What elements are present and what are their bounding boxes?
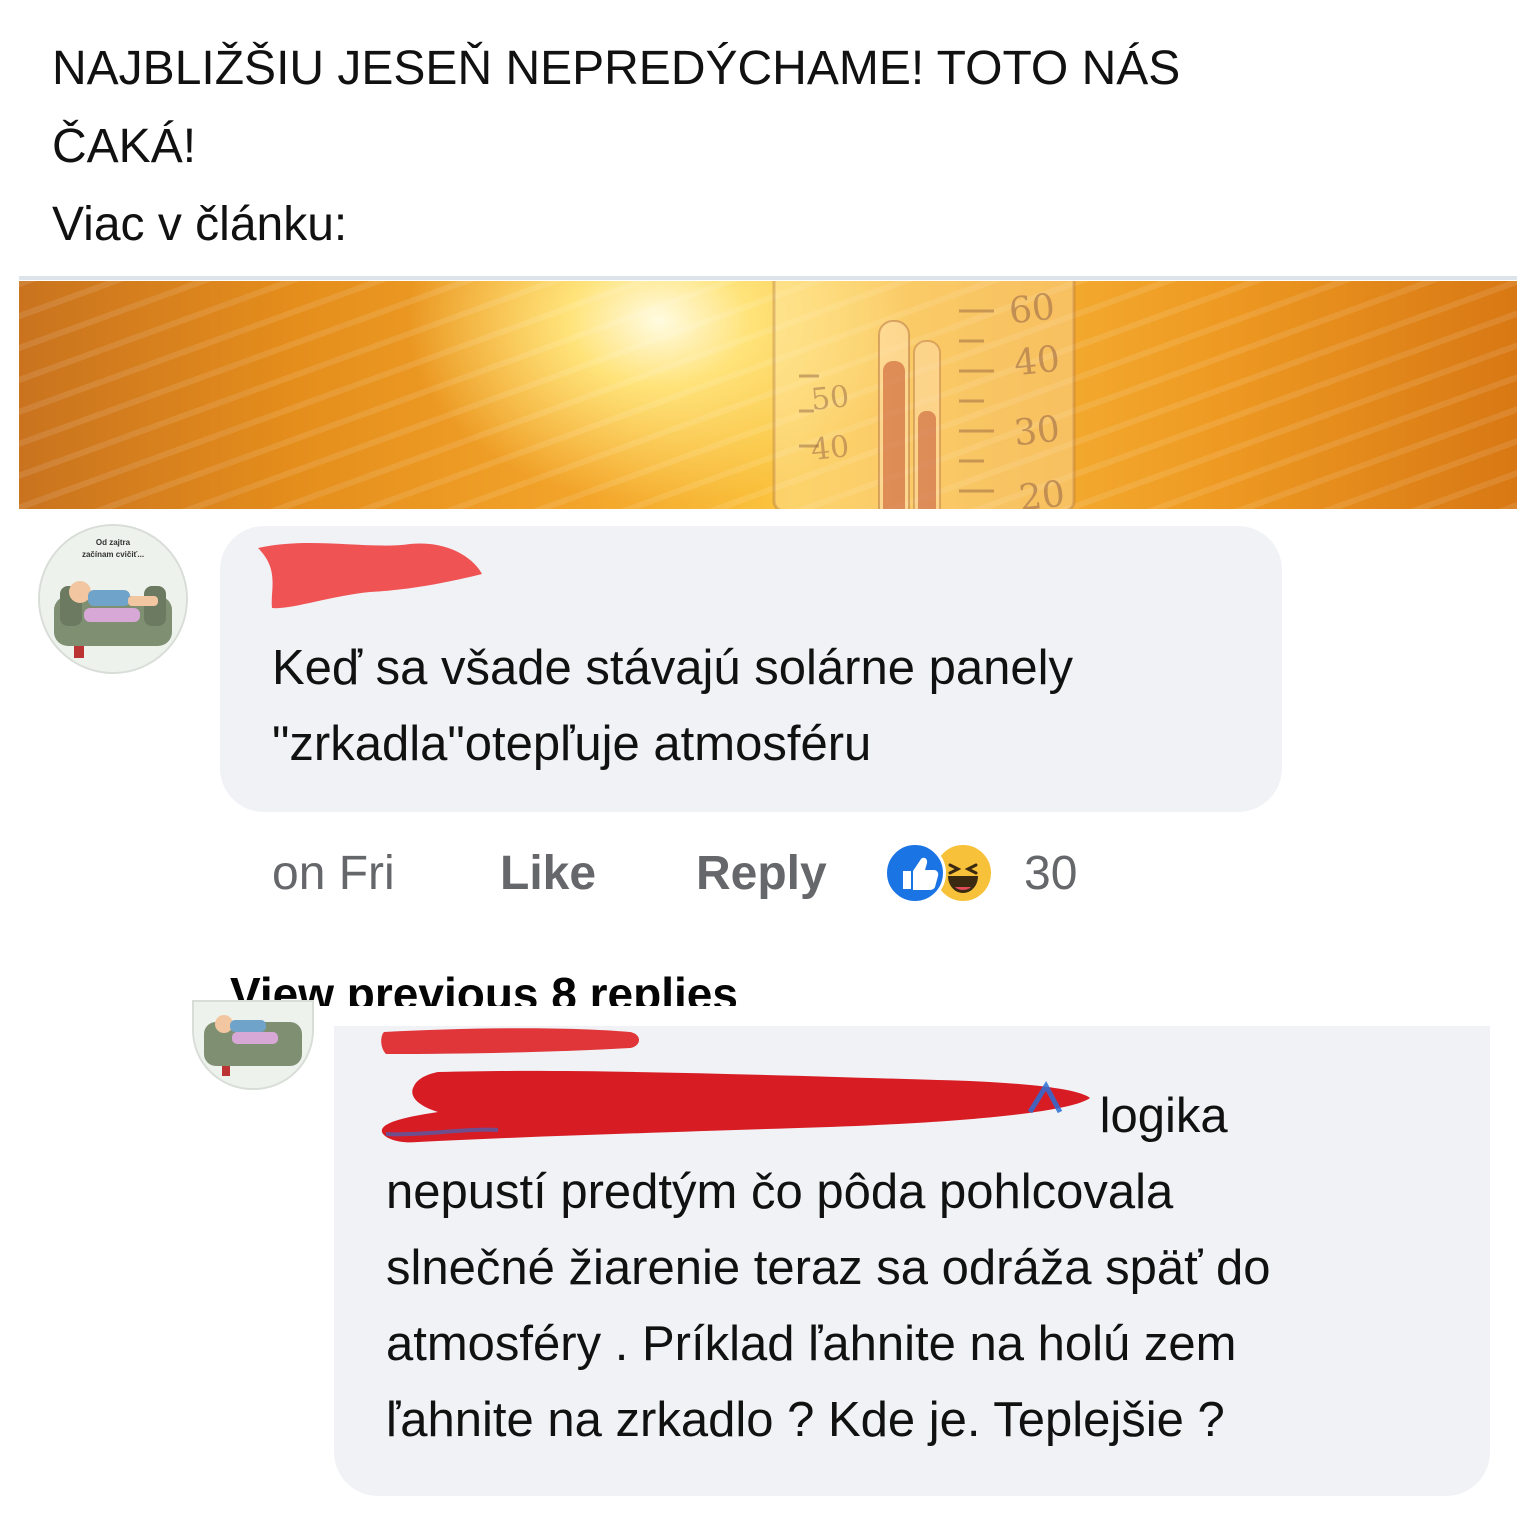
thermometer-label: 50 bbox=[809, 379, 851, 418]
thermometer-label: 40 bbox=[1011, 338, 1062, 385]
reaction-count: 30 bbox=[1024, 846, 1078, 900]
thermometer-image bbox=[772, 281, 1076, 509]
comment-timestamp[interactable]: on Fri bbox=[272, 846, 500, 901]
thermometer-label: 30 bbox=[1011, 408, 1062, 455]
post-headline-line2: ČAKÁ! bbox=[52, 120, 197, 173]
thermometer-label: 60 bbox=[1006, 286, 1057, 333]
article-preview-image[interactable]: 60 40 30 20 50 40 bbox=[19, 281, 1517, 509]
like-icon bbox=[884, 842, 946, 904]
commenter-avatar[interactable]: Od zajtra začínam cvičiť... bbox=[38, 524, 188, 674]
reply-line: nepustí predtým čo pôda pohlcovala bbox=[386, 1165, 1174, 1219]
post-divider bbox=[19, 276, 1517, 280]
reply-text: logika nepustí predtým čo pôda pohlcoval… bbox=[386, 1078, 1271, 1458]
reply-line: ľahnite na zrkadlo ? Kde je. Teplejšie ? bbox=[386, 1393, 1225, 1447]
reactions-summary[interactable]: 30 bbox=[884, 842, 1077, 904]
reply-line: atmosféry . Príklad ľahnite na holú zem bbox=[386, 1317, 1237, 1371]
comment-text: Keď sa všade stávajú solárne panely "zrk… bbox=[272, 630, 1073, 782]
thermometer-label: 40 bbox=[809, 429, 851, 468]
post-headline-line1: NAJBLIŽŠIU JESEŇ NEPREDÝCHAME! TOTO NÁS bbox=[52, 42, 1181, 95]
comment-line: Keď sa všade stávajú solárne panely bbox=[272, 641, 1073, 695]
post-text: NAJBLIŽŠIU JESEŇ NEPREDÝCHAME! TOTO NÁS … bbox=[52, 30, 1472, 264]
post-subline: Viac v článku: bbox=[52, 198, 348, 251]
comment-actions: on Fri Like Reply 30 bbox=[272, 838, 1077, 908]
reply-line: slnečné žiarenie teraz sa odráža späť do bbox=[386, 1241, 1271, 1295]
comment-line: "zrkadla"otepľuje atmosféru bbox=[272, 717, 872, 771]
cartoon-couch-icon bbox=[40, 526, 186, 672]
like-button[interactable]: Like bbox=[500, 846, 696, 901]
avatar-caption: Od zajtra bbox=[95, 538, 131, 547]
reply-avatar[interactable] bbox=[192, 1000, 314, 1090]
reply-line: logika bbox=[1086, 1089, 1228, 1143]
reply-button[interactable]: Reply bbox=[696, 846, 884, 901]
avatar-caption: začínam cvičiť... bbox=[81, 550, 145, 559]
cartoon-couch-icon bbox=[194, 1002, 312, 1088]
thermometer-label: 20 bbox=[1016, 473, 1067, 509]
